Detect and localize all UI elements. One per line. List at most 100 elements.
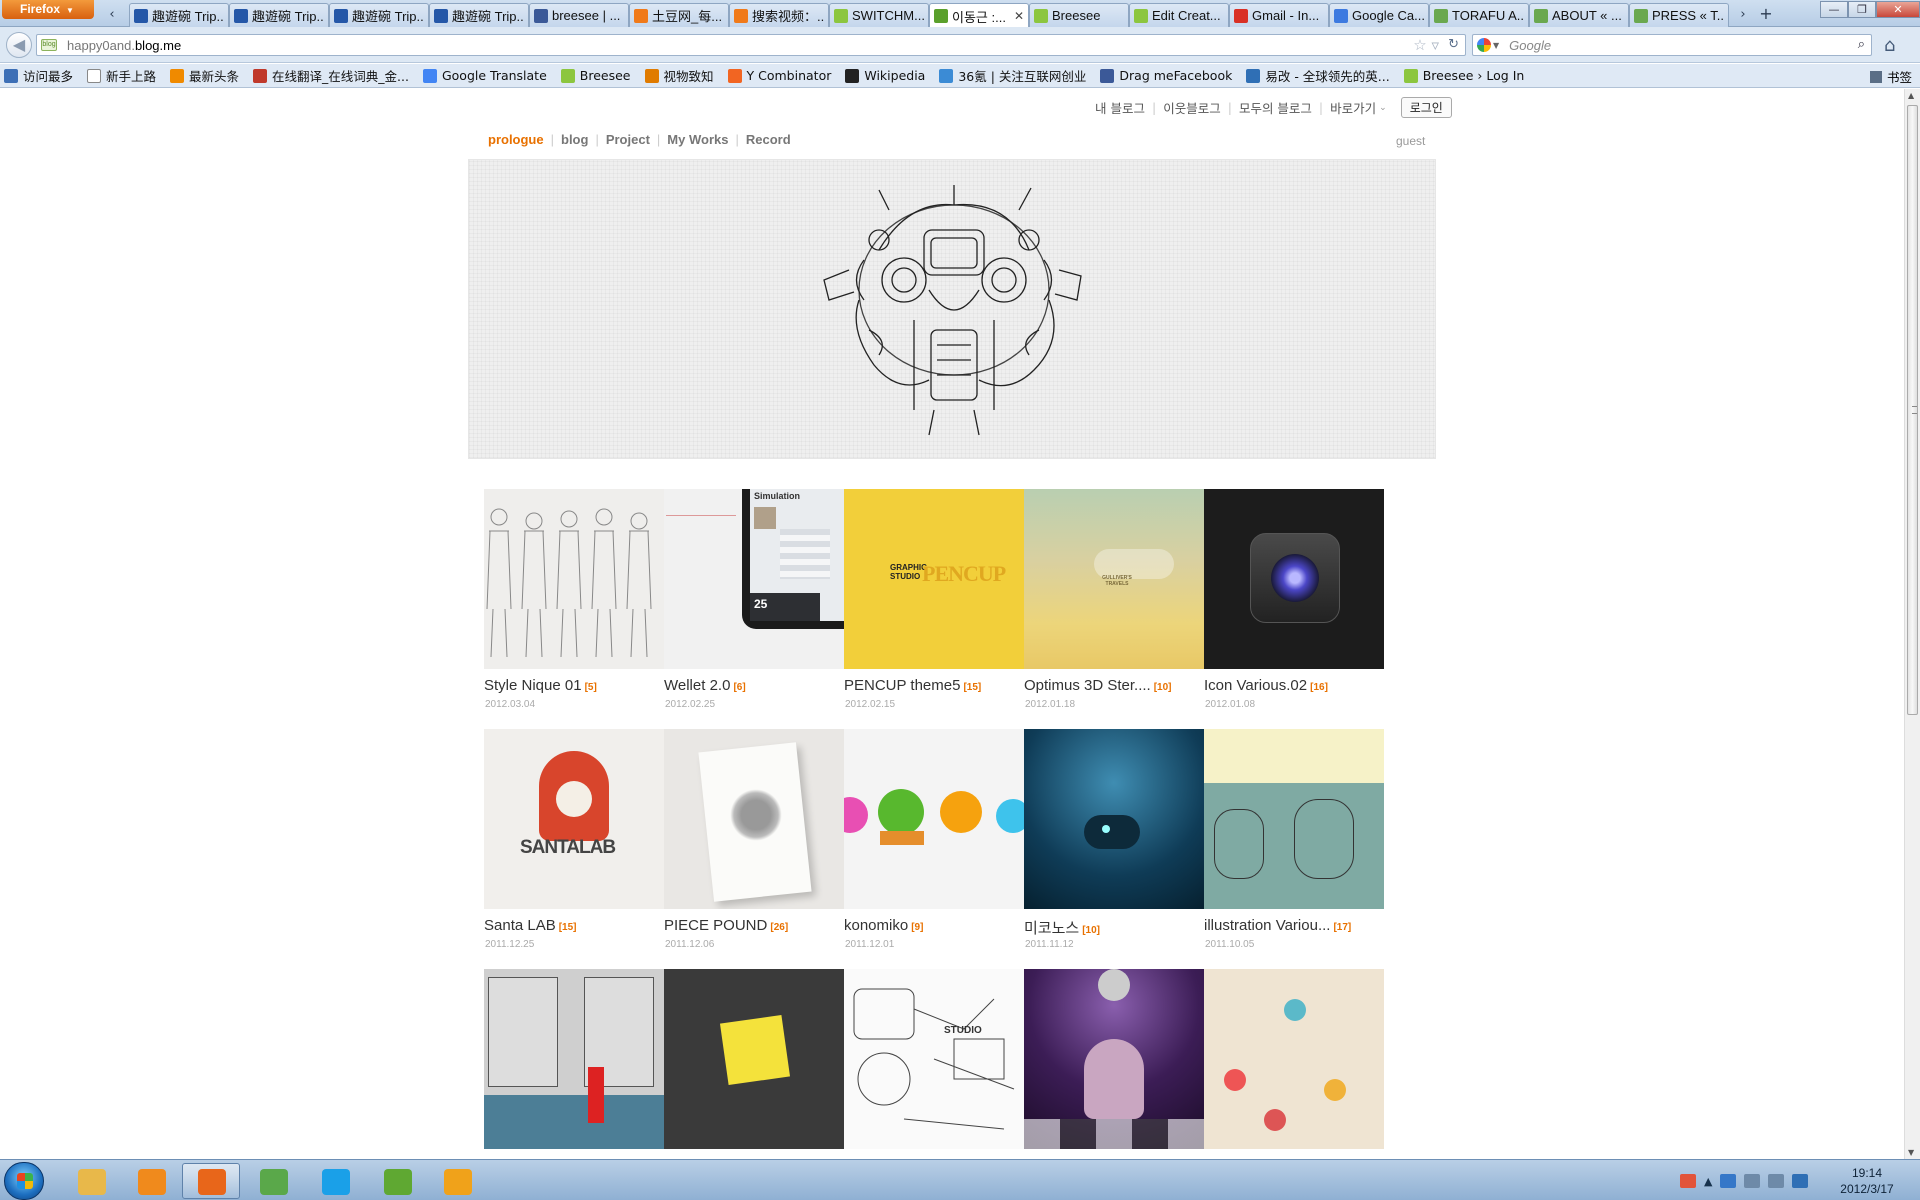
back-button[interactable]: ◀: [6, 32, 32, 58]
bookmark-item[interactable]: 访问最多: [4, 66, 73, 85]
volume-icon[interactable]: [1768, 1174, 1785, 1188]
show-hidden-icons-icon[interactable]: ▲: [1704, 1175, 1712, 1188]
tab-15[interactable]: PRESS « T...: [1629, 3, 1729, 27]
search-bar[interactable]: ▼ Google ⌕: [1472, 34, 1872, 56]
bookmark-item[interactable]: 视物致知: [644, 66, 714, 85]
post-thumbnail[interactable]: [664, 729, 844, 909]
bookmark-item[interactable]: Google Translate: [422, 66, 547, 85]
start-button[interactable]: [4, 1162, 44, 1200]
network-icon[interactable]: [1744, 1174, 1761, 1188]
post-title[interactable]: 미코노스 [10]: [1024, 917, 1202, 938]
new-tab-button[interactable]: +: [1756, 3, 1776, 25]
nav-prologue[interactable]: prologue: [488, 132, 544, 147]
tab-5[interactable]: 土豆网_每...: [629, 3, 729, 27]
post-thumbnail[interactable]: [664, 969, 844, 1149]
post-thumbnail[interactable]: [1204, 489, 1384, 669]
taskbar-media-player-button[interactable]: [122, 1163, 180, 1199]
bookmark-item[interactable]: 易改 - 全球领先的英...: [1246, 66, 1390, 85]
url-text[interactable]: happy0and.blog.me: [67, 38, 181, 53]
tray-app-icon[interactable]: [1792, 1174, 1809, 1188]
nav-project[interactable]: Project: [606, 132, 650, 147]
close-tab-icon[interactable]: ✕: [1014, 9, 1024, 23]
post-thumbnail[interactable]: [1024, 729, 1204, 909]
tab-4[interactable]: breesee | ...: [529, 3, 629, 27]
tab-9[interactable]: Breesee: [1029, 3, 1129, 27]
post-thumbnail[interactable]: GULLIVER'S TRAVELS: [1024, 489, 1204, 669]
post-thumbnail[interactable]: SANTALAB: [484, 729, 664, 909]
post-thumbnail[interactable]: [484, 489, 664, 669]
tab-scroll-right-button[interactable]: ›: [1733, 4, 1753, 26]
post-thumbnail[interactable]: [844, 729, 1024, 909]
tab-2[interactable]: 趣遊碗 Trip...: [329, 3, 429, 27]
bookmark-item[interactable]: Y Combinator: [727, 66, 831, 85]
tab-12[interactable]: Google Ca...: [1329, 3, 1429, 27]
chevron-down-icon[interactable]: ⌄: [1379, 103, 1387, 113]
post-title[interactable]: PENCUP theme5 [15]: [844, 677, 1022, 694]
post-title[interactable]: Icon Various.02 [16]: [1204, 677, 1382, 694]
post-title[interactable]: PIECE POUND [26]: [664, 917, 842, 934]
top-link[interactable]: 모두의 블로그: [1239, 98, 1312, 117]
top-link[interactable]: 이웃블로그: [1163, 98, 1221, 117]
post-thumbnail[interactable]: GRAPHIC STUDIO PENCUP: [844, 489, 1024, 669]
top-link[interactable]: 내 블로그: [1095, 98, 1145, 117]
post-title[interactable]: illustration Variou... [17]: [1204, 917, 1382, 934]
bookmark-item[interactable]: Breesee: [560, 66, 631, 85]
tab-11[interactable]: Gmail - In...: [1229, 3, 1329, 27]
reload-icon[interactable]: ↻: [1448, 37, 1459, 52]
taskbar-messenger-button[interactable]: [244, 1163, 302, 1199]
clock[interactable]: 19:14 2012/3/17: [1824, 1165, 1910, 1197]
firefox-menu-button[interactable]: Firefox ▼: [2, 0, 94, 19]
bookmarks-menu-button[interactable]: 书签: [1869, 67, 1912, 86]
post-thumbnail[interactable]: [1204, 969, 1384, 1149]
tab-scroll-left-button[interactable]: ‹: [102, 4, 122, 26]
bookmark-item[interactable]: 最新头条: [170, 66, 239, 85]
chevron-down-icon[interactable]: ▼: [1493, 41, 1499, 50]
tab-14[interactable]: ABOUT « ...: [1529, 3, 1629, 27]
bookmark-item[interactable]: Drag meFacebook: [1100, 66, 1232, 85]
nav-my-works[interactable]: My Works: [667, 132, 728, 147]
tab-3[interactable]: 趣遊碗 Trip...: [429, 3, 529, 27]
bookmark-item[interactable]: 36氪 | 关注互联网创业: [939, 66, 1086, 85]
nav-record[interactable]: Record: [746, 132, 791, 147]
post-thumbnail[interactable]: [484, 969, 664, 1149]
post-title[interactable]: Style Nique 01 [5]: [484, 677, 662, 694]
bookmark-item[interactable]: 新手上路: [87, 66, 156, 85]
post-title[interactable]: Optimus 3D Ster.... [10]: [1024, 677, 1202, 694]
scrollbar-thumb[interactable]: [1907, 105, 1918, 715]
tab-10[interactable]: Edit Creat...: [1129, 3, 1229, 27]
taskbar-explorer-button[interactable]: [62, 1163, 120, 1199]
bookmark-item[interactable]: Wikipedia: [845, 66, 925, 85]
home-icon[interactable]: ⌂: [1884, 35, 1895, 56]
restore-button[interactable]: ❐: [1848, 1, 1876, 18]
post-thumbnail[interactable]: Simulation 25: [664, 489, 844, 669]
tab-13[interactable]: TORAFU A...: [1429, 3, 1529, 27]
taskbar-skype-button[interactable]: [306, 1163, 364, 1199]
nav-blog[interactable]: blog: [561, 132, 588, 147]
tab-6[interactable]: 搜索视频：...: [729, 3, 829, 27]
post-thumbnail[interactable]: [1024, 969, 1204, 1149]
search-icon[interactable]: ⌕: [1858, 37, 1865, 52]
post-title[interactable]: konomiko [9]: [844, 917, 1022, 934]
bookmark-star-icon[interactable]: ☆ ▿: [1413, 36, 1439, 54]
vertical-scrollbar[interactable]: ▲ ▼: [1904, 89, 1920, 1159]
google-icon[interactable]: [1477, 38, 1491, 52]
taskbar-firefox-button[interactable]: [182, 1163, 240, 1199]
url-bar[interactable]: blog happy0and.blog.me ☆ ▿ ↻: [36, 34, 1466, 56]
tab-1[interactable]: 趣遊碗 Trip...: [229, 3, 329, 27]
taskbar-player-button[interactable]: [428, 1163, 486, 1199]
login-button[interactable]: 로그인: [1400, 97, 1452, 118]
taskbar-evernote-button[interactable]: [368, 1163, 426, 1199]
close-window-button[interactable]: ✕: [1876, 1, 1920, 18]
input-method-icon[interactable]: [1680, 1174, 1696, 1188]
minimize-button[interactable]: —: [1820, 1, 1848, 18]
top-link[interactable]: 바로가기: [1330, 98, 1376, 117]
post-title[interactable]: Wellet 2.0 [6]: [664, 677, 842, 694]
security-icon[interactable]: [1720, 1174, 1737, 1188]
tab-0[interactable]: 趣遊碗 Trip...: [129, 3, 229, 27]
tab-8[interactable]: 이동근 :... ✕: [929, 3, 1029, 28]
bookmark-item[interactable]: 在线翻译_在线词典_金...: [253, 66, 409, 85]
tab-7[interactable]: SWITCHM...: [829, 3, 929, 27]
site-identity-icon[interactable]: blog: [41, 39, 57, 51]
post-thumbnail[interactable]: STUDIO: [844, 969, 1024, 1149]
post-thumbnail[interactable]: [1204, 729, 1384, 909]
